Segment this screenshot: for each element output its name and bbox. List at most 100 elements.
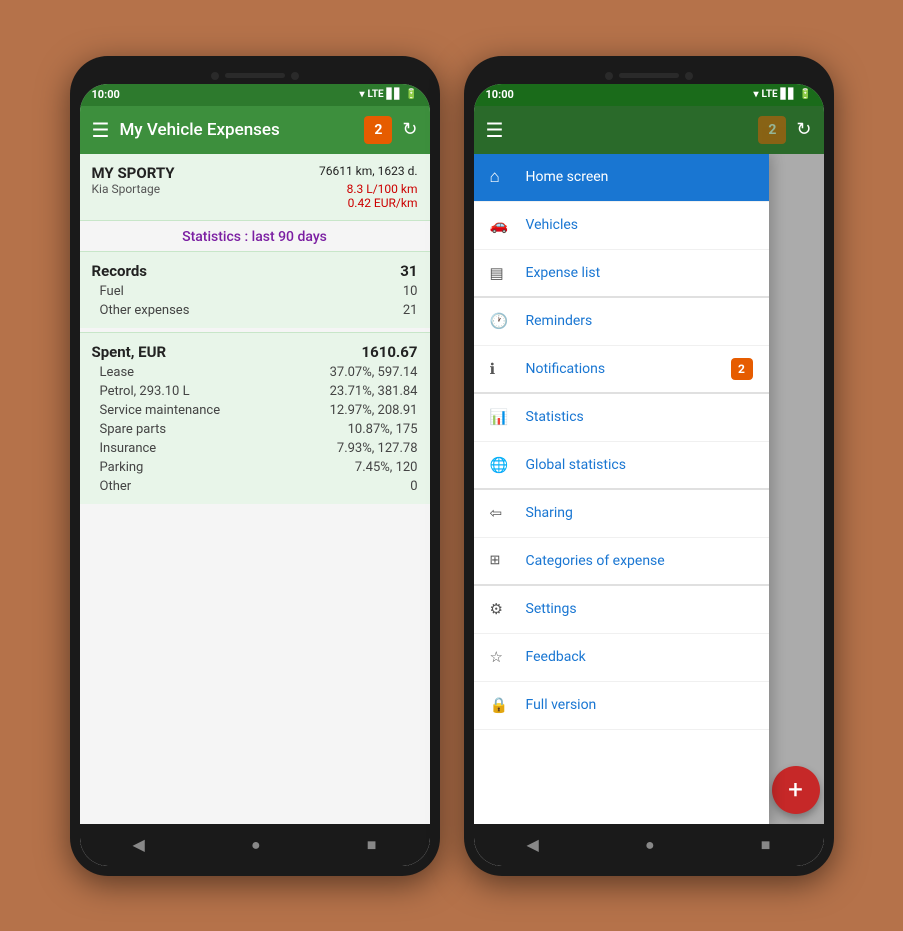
add-fab-2[interactable]: + [772,766,820,814]
drawer-item-notifications[interactable]: ℹ Notifications 2 [474,346,769,394]
expense-spare: Spare parts 10.87%, 175 [92,420,418,439]
expense-other: Other 0 [92,477,418,496]
signal-bars: ▋▋ [387,89,402,100]
speaker-2 [619,73,679,78]
other-label: Other [100,479,132,494]
home-button-2[interactable]: ● [645,835,655,855]
camera-dot-4 [685,72,693,80]
main-content: MY SPORTY 76611 km, 1623 d. Kia Sportage… [80,154,430,824]
vehicle-cost-per-km: 0.42 EUR/km [348,196,418,210]
back-button-2[interactable]: ◀ [527,835,539,854]
spent-value: 1610.67 [362,343,418,361]
vehicles-icon: 🚗 [490,216,518,234]
insurance-value: 7.93%, 127.78 [337,441,418,456]
drawer-overlay: ⌂ Home screen 🚗 Vehicles ▤ Expense list [474,154,824,824]
time-display: 10:00 [92,88,120,101]
settings-label: Settings [526,601,753,617]
notification-badge-2[interactable]: 2 [758,116,786,144]
drawer-item-global-stats[interactable]: 🌐 Global statistics [474,442,769,490]
expense-list-icon: ▤ [490,264,518,282]
refresh-icon-2[interactable]: ↻ [796,119,811,140]
expense-lease: Lease 37.07%, 597.14 [92,363,418,382]
stats-header: Statistics : last 90 days [80,221,430,251]
insurance-label: Insurance [100,441,157,456]
back-button[interactable]: ◀ [133,835,145,854]
drawer-item-vehicles[interactable]: 🚗 Vehicles [474,202,769,250]
records-row: Records 31 [92,260,418,282]
other-expenses-label: Other expenses [100,303,190,318]
dimmed-background[interactable] [769,154,824,824]
other-expenses-value: 21 [403,303,418,318]
vehicle-cost-row: 0.42 EUR/km [92,196,418,210]
speaker [225,73,285,78]
home-icon: ⌂ [490,167,518,187]
settings-icon: ⚙ [490,600,518,618]
toolbar-2: ☰ 2 ↻ [474,106,824,154]
recent-button-2[interactable]: ■ [761,835,771,855]
nav-bar-2: ◀ ● ■ [474,824,824,866]
signal-label: LTE [368,89,384,100]
notifications-icon: ℹ [490,360,518,378]
drawer-item-settings[interactable]: ⚙ Settings [474,586,769,634]
drawer-screen: ⌂ Home screen 🚗 Vehicles ▤ Expense list [474,154,824,824]
expense-parking: Parking 7.45%, 120 [92,458,418,477]
phone-1: 10:00 ▾ LTE ▋▋ 🔋 ☰ My Vehicle Expenses 2… [70,56,440,876]
statistics-icon: 📊 [490,408,518,426]
camera-dot-2 [291,72,299,80]
vehicle-km: 76611 km, 1623 d. [319,164,418,178]
categories-icon: ⊞ [490,553,518,568]
drawer-item-full-version[interactable]: 🔒 Full version [474,682,769,730]
phone-2: 10:00 ▾ LTE ▋▋ 🔋 ☰ 2 ↻ [464,56,834,876]
drawer-item-reminders[interactable]: 🕐 Reminders [474,298,769,346]
vehicle-model-row: Kia Sportage 8.3 L/100 km [92,182,418,196]
battery-icon: 🔋 [405,89,417,100]
refresh-icon[interactable]: ↻ [402,119,417,140]
camera-bar-2 [474,66,824,84]
fuel-label: Fuel [100,284,124,299]
service-value: 12.97%, 208.91 [330,403,418,418]
feedback-icon: ☆ [490,648,518,666]
records-section: Records 31 Fuel 10 Other expenses 21 [80,251,430,328]
status-icons: ▾ LTE ▋▋ 🔋 [360,89,418,100]
time-display-2: 10:00 [486,88,514,101]
signal-label-2: LTE [762,89,778,100]
wifi-icon-2: ▾ [754,89,759,100]
home-button[interactable]: ● [251,835,261,855]
drawer-item-sharing[interactable]: ⇦ Sharing [474,490,769,538]
global-stats-label: Global statistics [526,457,753,473]
spent-section: Spent, EUR 1610.67 Lease 37.07%, 597.14 … [80,332,430,504]
lease-value: 37.07%, 597.14 [330,365,418,380]
vehicle-card: MY SPORTY 76611 km, 1623 d. Kia Sportage… [80,154,430,221]
service-label: Service maintenance [100,403,221,418]
drawer-item-expense-list[interactable]: ▤ Expense list [474,250,769,298]
drawer-item-feedback[interactable]: ☆ Feedback [474,634,769,682]
vehicle-info-row: MY SPORTY 76611 km, 1623 d. [92,164,418,182]
expense-insurance: Insurance 7.93%, 127.78 [92,439,418,458]
parking-label: Parking [100,460,144,475]
drawer-item-statistics[interactable]: 📊 Statistics [474,394,769,442]
fuel-row: Fuel 10 [92,282,418,301]
vehicles-label: Vehicles [526,217,753,233]
sharing-label: Sharing [526,505,753,521]
petrol-value: 23.71%, 381.84 [330,384,418,399]
phone-screen: 10:00 ▾ LTE ▋▋ 🔋 ☰ My Vehicle Expenses 2… [80,84,430,866]
camera-bar [80,66,430,84]
wifi-icon: ▾ [360,89,365,100]
full-version-icon: 🔒 [490,696,518,714]
vehicle-model: Kia Sportage [92,182,161,196]
drawer-item-categories[interactable]: ⊞ Categories of expense [474,538,769,586]
drawer-item-home[interactable]: ⌂ Home screen [474,154,769,202]
notifications-badge: 2 [731,358,753,380]
vehicle-consumption: 8.3 L/100 km [347,182,418,196]
other-expenses-row: Other expenses 21 [92,301,418,320]
app-title: My Vehicle Expenses [119,120,354,140]
notification-badge[interactable]: 2 [364,116,392,144]
navigation-drawer: ⌂ Home screen 🚗 Vehicles ▤ Expense list [474,154,769,824]
spare-value: 10.87%, 175 [348,422,418,437]
hamburger-menu[interactable]: ☰ [92,118,110,142]
hamburger-menu-2[interactable]: ☰ [486,118,504,142]
statistics-label: Statistics [526,409,753,425]
categories-label: Categories of expense [526,553,753,569]
other-value: 0 [410,479,417,494]
recent-button[interactable]: ■ [367,835,377,855]
